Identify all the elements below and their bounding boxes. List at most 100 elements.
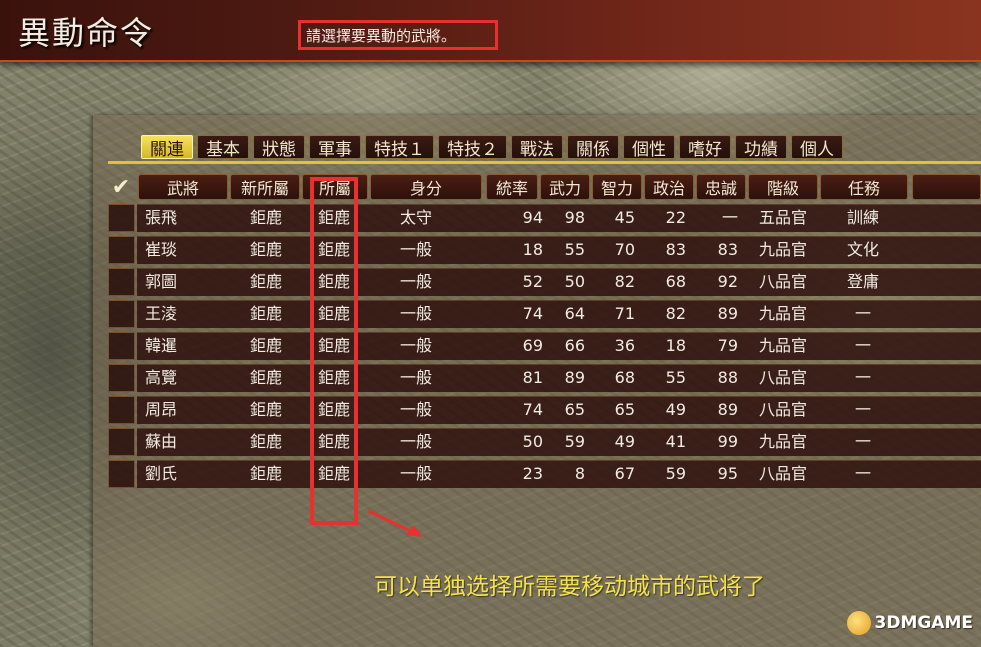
column-header-leadership[interactable]: 統率 xyxy=(486,174,538,200)
table-row[interactable]: 王淩 鉅鹿 鉅鹿 一般 74 64 71 82 89 九品官一 xyxy=(108,300,981,328)
column-header-new-city[interactable]: 新所屬 xyxy=(230,174,300,200)
table-row[interactable]: 崔琰 鉅鹿 鉅鹿 一般 18 55 70 83 83 九品官 文化 xyxy=(108,236,981,264)
table-header: 武將 新所屬 所屬 身分 統率 武力 智力 政治 忠誠 階級 任務 xyxy=(108,174,981,200)
column-header-politics[interactable]: 政治 xyxy=(644,174,694,200)
cell-politics: 68 xyxy=(665,272,686,291)
column-header-extra xyxy=(912,174,981,200)
cell-leadership: 81 xyxy=(522,368,543,387)
tab-underline xyxy=(108,161,981,164)
cell-war: 64 xyxy=(564,304,585,323)
tab-11[interactable]: 個人 xyxy=(791,135,843,160)
tab-4[interactable]: 特技１ xyxy=(365,135,434,160)
page-title: 異動命令 xyxy=(18,14,155,52)
column-header-war[interactable]: 武力 xyxy=(540,174,590,200)
column-header-intelligence[interactable]: 智力 xyxy=(592,174,642,200)
cell-new-city: 鉅鹿 xyxy=(249,464,282,483)
cell-war: 89 xyxy=(564,368,585,387)
cell-new-city: 鉅鹿 xyxy=(249,432,282,451)
table-row[interactable]: 郭圖 鉅鹿 鉅鹿 一般 52 50 82 68 92 八品官 登庸 xyxy=(108,268,981,296)
cell-name: 韓暹 xyxy=(145,336,178,355)
row-select-checkbox[interactable] xyxy=(108,204,135,232)
cell-name: 王淩 xyxy=(145,304,178,323)
column-header-grade[interactable]: 階級 xyxy=(748,174,818,200)
cell-new-city: 鉅鹿 xyxy=(249,272,282,291)
table-row[interactable]: 蘇由 鉅鹿 鉅鹿 一般 50 59 49 41 99 九品官一 xyxy=(108,428,981,456)
cell-politics: 22 xyxy=(665,208,686,227)
cell-loyalty: 88 xyxy=(717,368,738,387)
cell-intelligence: 45 xyxy=(614,208,635,227)
cell-grade: 八品官 xyxy=(758,464,807,483)
tab-10[interactable]: 功績 xyxy=(735,135,787,160)
tab-3[interactable]: 軍事 xyxy=(309,135,361,160)
tab-5[interactable]: 特技２ xyxy=(438,135,507,160)
cell-name: 崔琰 xyxy=(145,240,178,259)
table-row[interactable]: 韓暹 鉅鹿 鉅鹿 一般 69 66 36 18 79 九品官一 xyxy=(108,332,981,360)
city-column-highlight-box xyxy=(310,177,358,525)
cell-leadership: 74 xyxy=(522,304,543,323)
cell-grade: 九品官 xyxy=(758,336,807,355)
tab-9[interactable]: 嗜好 xyxy=(679,135,731,160)
prompt-text: 請選擇要異動的武將。 xyxy=(306,27,457,45)
cell-politics: 41 xyxy=(665,432,686,451)
cell-grade: 八品官 xyxy=(758,368,807,387)
row-select-checkbox[interactable] xyxy=(108,396,135,424)
tab-6[interactable]: 戰法 xyxy=(511,135,563,160)
cell-intelligence: 49 xyxy=(614,432,635,451)
table-row[interactable]: 高覽 鉅鹿 鉅鹿 一般 81 89 68 55 88 八品官一 xyxy=(108,364,981,392)
column-header-task[interactable]: 任務 xyxy=(820,174,908,200)
cell-loyalty: 89 xyxy=(717,400,738,419)
cell-war: 59 xyxy=(564,432,585,451)
cell-intelligence: 67 xyxy=(614,464,635,483)
row-select-checkbox[interactable] xyxy=(108,428,135,456)
cell-rank: 一般 xyxy=(399,464,432,483)
cell-name: 蘇由 xyxy=(145,432,178,451)
cell-new-city: 鉅鹿 xyxy=(249,208,282,227)
cell-politics: 83 xyxy=(665,240,686,259)
cell-war: 98 xyxy=(564,208,585,227)
cell-task: 一 xyxy=(854,432,871,451)
cell-intelligence: 68 xyxy=(614,368,635,387)
cell-politics: 59 xyxy=(665,464,686,483)
cell-task: 訓練 xyxy=(846,208,879,227)
row-select-checkbox[interactable] xyxy=(108,236,135,264)
cell-name: 周昂 xyxy=(145,400,178,419)
cell-task: 文化 xyxy=(846,240,879,259)
watermark-logo-icon xyxy=(846,611,871,635)
row-select-checkbox[interactable] xyxy=(108,332,135,360)
cell-leadership: 18 xyxy=(522,240,543,259)
cell-task: 登庸 xyxy=(846,272,879,291)
row-select-checkbox[interactable] xyxy=(108,460,135,488)
table-row[interactable]: 張飛 鉅鹿 鉅鹿 太守 94 98 45 22 一五品官 訓練 xyxy=(108,204,981,232)
table-row[interactable]: 周昂 鉅鹿 鉅鹿 一般 74 65 65 49 89 八品官一 xyxy=(108,396,981,424)
cell-rank: 一般 xyxy=(399,432,432,451)
cell-intelligence: 36 xyxy=(614,336,635,355)
column-header-name[interactable]: 武將 xyxy=(138,174,228,200)
cell-intelligence: 71 xyxy=(614,304,635,323)
column-header-rank[interactable]: 身分 xyxy=(370,174,482,200)
cell-name: 張飛 xyxy=(145,208,178,227)
tab-0[interactable]: 關連 xyxy=(141,135,193,160)
column-header-loyalty[interactable]: 忠誠 xyxy=(696,174,746,200)
cell-loyalty: 95 xyxy=(717,464,738,483)
cell-leadership: 52 xyxy=(522,272,543,291)
tab-strip: 關連 基本 狀態 軍事 特技１ 特技２ 戰法 關係 個性 嗜好 功績 個人 xyxy=(141,135,843,161)
cell-politics: 55 xyxy=(665,368,686,387)
watermark: 3DMGAME xyxy=(846,611,973,635)
cell-name: 高覽 xyxy=(145,368,178,387)
cell-loyalty: 83 xyxy=(717,240,738,259)
tab-7[interactable]: 關係 xyxy=(567,135,619,160)
table-row[interactable]: 劉氏 鉅鹿 鉅鹿 一般 23 8 67 59 95 八品官一 xyxy=(108,460,981,488)
cell-war: 66 xyxy=(564,336,585,355)
cell-intelligence: 65 xyxy=(614,400,635,419)
row-select-checkbox[interactable] xyxy=(108,364,135,392)
row-select-checkbox[interactable] xyxy=(108,268,135,296)
tab-1[interactable]: 基本 xyxy=(197,135,249,160)
tab-8[interactable]: 個性 xyxy=(623,135,675,160)
row-select-checkbox[interactable] xyxy=(108,300,135,328)
cell-new-city: 鉅鹿 xyxy=(249,336,282,355)
cell-grade: 九品官 xyxy=(758,240,807,259)
annotation-caption: 可以单独选择所需要移动城市的武将了 xyxy=(374,574,765,600)
cell-grade: 九品官 xyxy=(758,304,807,323)
tab-2[interactable]: 狀態 xyxy=(253,135,305,160)
cell-rank: 一般 xyxy=(399,368,432,387)
